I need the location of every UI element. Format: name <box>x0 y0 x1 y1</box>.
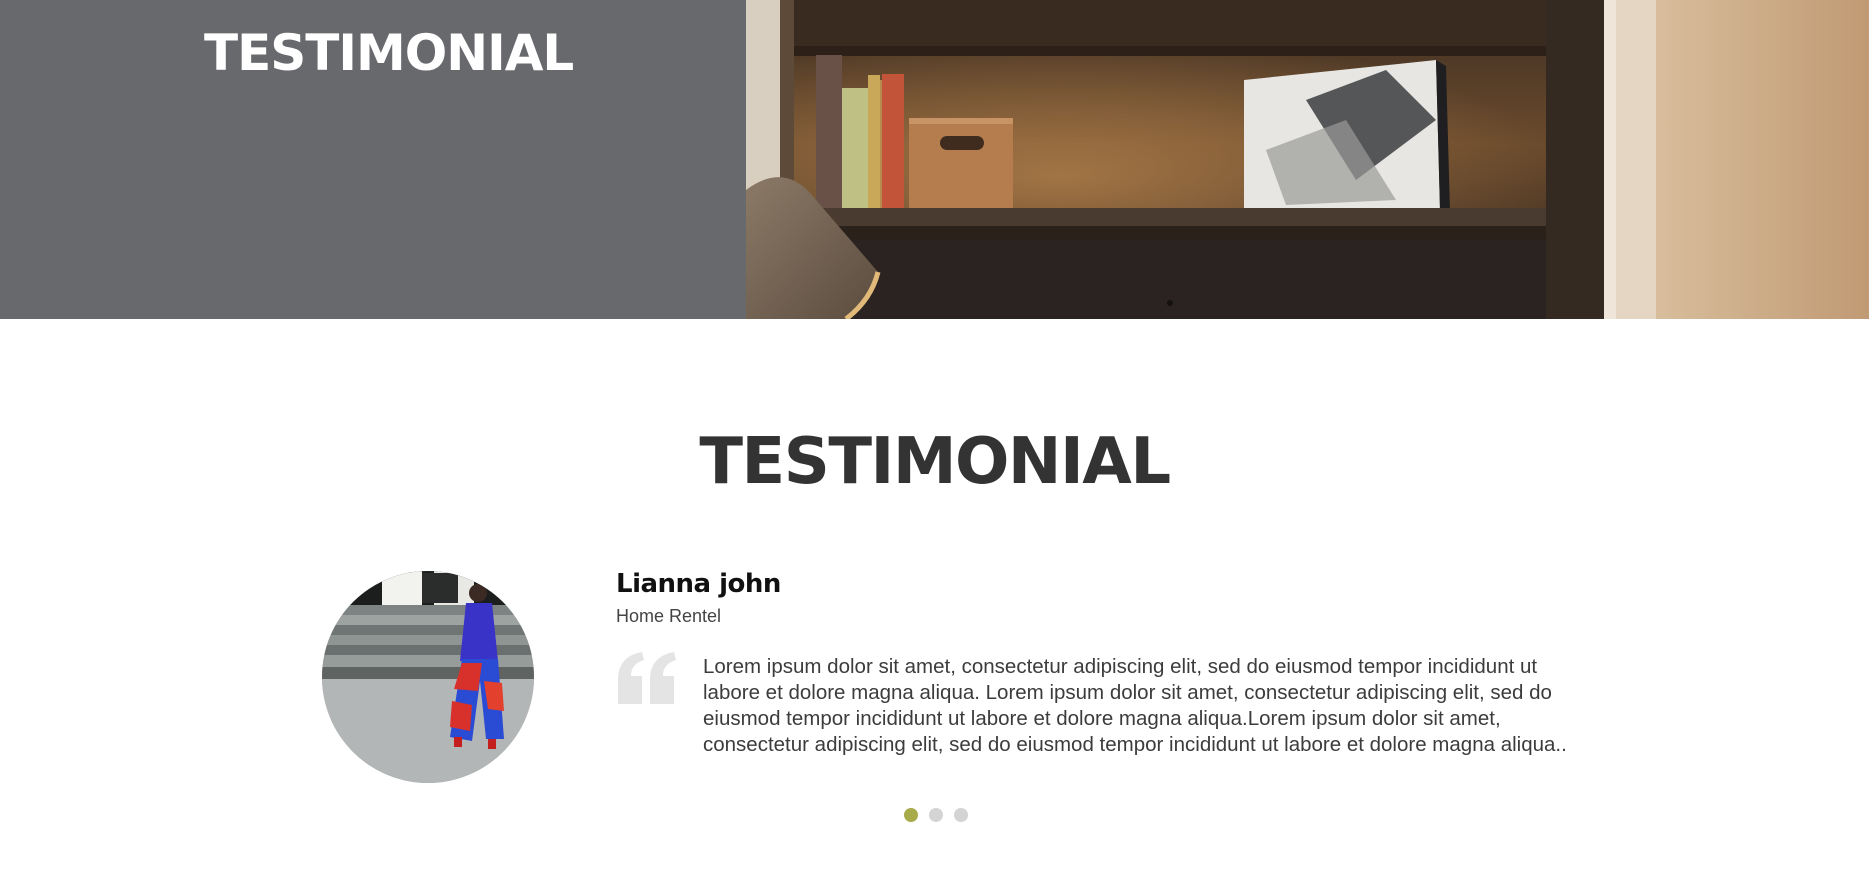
quote-icon <box>618 652 676 704</box>
avatar <box>322 571 534 783</box>
avatar-photo <box>322 571 534 783</box>
hero-banner: TESTIMONIAL <box>0 0 1869 319</box>
carousel-dot-2[interactable] <box>929 808 943 822</box>
hero-title: TESTIMONIAL <box>204 24 574 82</box>
hero-bookshelf-photo <box>746 0 1869 319</box>
carousel-dots <box>904 808 968 822</box>
testimonial-author-name: Lianna john <box>616 569 781 599</box>
carousel-dot-1[interactable] <box>904 808 918 822</box>
testimonial-quote: Lorem ipsum dolor sit amet, consectetur … <box>703 655 1567 756</box>
hero-title-panel: TESTIMONIAL <box>0 0 746 319</box>
carousel-dot-3[interactable] <box>954 808 968 822</box>
testimonial-author-role: Home Rentel <box>616 606 722 626</box>
section-title: TESTIMONIAL <box>699 425 1171 499</box>
